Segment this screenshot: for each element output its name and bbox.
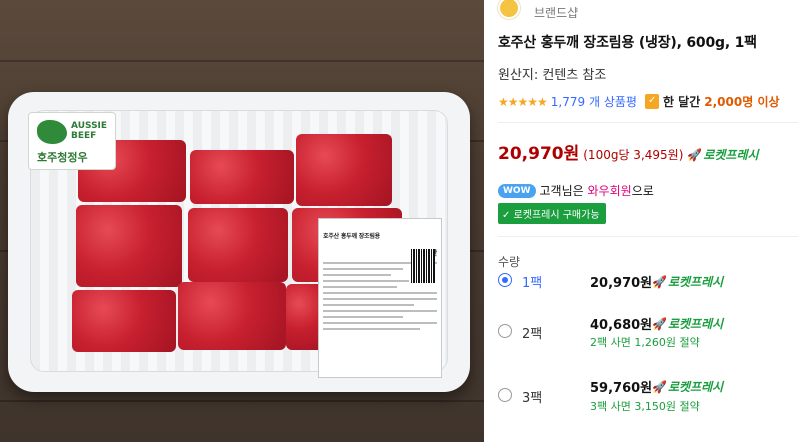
label-line xyxy=(323,328,420,330)
brand-name-link[interactable]: 브랜드샵 xyxy=(534,4,578,21)
wow-badge: WOW xyxy=(498,183,536,198)
aussie-beef-sticker: AUSSIE BEEF 호주청정우 xyxy=(28,112,116,170)
wow-text: 고객님은 와우회원으로 xyxy=(540,182,654,199)
star-icon: ★★★★★ xyxy=(498,94,548,109)
label-title: 호주산 홍두깨 장조림용 xyxy=(323,233,380,240)
barcode-icon xyxy=(411,249,435,283)
wow-text-prefix: 고객님은 xyxy=(539,184,584,198)
review-count-link[interactable]: 1,779 개 상품평 xyxy=(551,93,637,110)
meat-piece xyxy=(296,134,392,206)
label-line xyxy=(323,304,415,306)
product-title: 호주산 홍두깨 장조림용 (냉장), 600g, 1팩 xyxy=(498,35,757,51)
label-line xyxy=(323,298,437,300)
label-line xyxy=(323,310,437,312)
month-purchase-count: 2,000명 이상 xyxy=(704,95,780,109)
meat-piece xyxy=(76,205,182,287)
australia-map-icon xyxy=(37,120,67,144)
wood-grain xyxy=(0,60,484,62)
label-line xyxy=(323,274,392,276)
product-origin: 원산지: 컨텐츠 참조 xyxy=(498,68,607,83)
price-row: 20,970원 (100g당 3,495원) 🚀로켓프레시 xyxy=(498,139,800,164)
bag-check-icon xyxy=(644,94,659,109)
divider xyxy=(498,236,798,237)
meat-piece xyxy=(188,208,288,282)
unit-price: (100g당 3,495원) xyxy=(583,148,684,162)
rocket-label: 로켓프레시 xyxy=(703,148,759,162)
wow-text-suffix: 으로 xyxy=(631,184,654,198)
wood-grain xyxy=(0,400,484,402)
meat-piece xyxy=(72,290,176,352)
quantity-label: 수량 xyxy=(498,255,521,269)
rocket-icon: 🚀 xyxy=(687,148,703,162)
wow-row: WOW 고객님은 와우회원으로 xyxy=(498,182,800,199)
label-line xyxy=(323,268,403,270)
label-line xyxy=(323,316,403,318)
rating-row: ★★★★★ 1,779 개 상품평 한 달간 2,000명 이상 xyxy=(498,93,800,110)
sticker-korean-text: 호주청정우 xyxy=(37,151,88,164)
product-image[interactable]: AUSSIE BEEF 호주청정우 호주산 홍두깨 장조림용 호주산 xyxy=(0,0,484,442)
month-label: 한 달간 xyxy=(662,95,701,109)
rocket-fresh-badge: 🚀로켓프레시 xyxy=(687,146,758,163)
label-line xyxy=(323,322,437,324)
brand-row: 브랜드샵 xyxy=(498,0,800,24)
meat-piece xyxy=(178,282,286,350)
meat-piece xyxy=(190,150,294,204)
product-label: 호주산 홍두깨 장조림용 호주산 xyxy=(318,218,442,378)
wow-member-link[interactable]: 와우회원 xyxy=(588,184,632,198)
divider xyxy=(498,122,798,123)
label-line xyxy=(323,292,437,294)
sticker-brand-text: AUSSIE BEEF xyxy=(71,121,108,141)
label-line xyxy=(323,286,398,288)
product-info-panel: 브랜드샵 호주산 홍두깨 장조림용 (냉장), 600g, 1팩 원산지: 컨텐… xyxy=(484,0,800,442)
sale-price: 20,970원 xyxy=(498,144,580,164)
brand-logo-icon[interactable] xyxy=(498,0,520,19)
label-line xyxy=(323,280,409,282)
rocket-buy-badge: ✓ 로켓프레시 구매가능 xyxy=(498,203,606,224)
